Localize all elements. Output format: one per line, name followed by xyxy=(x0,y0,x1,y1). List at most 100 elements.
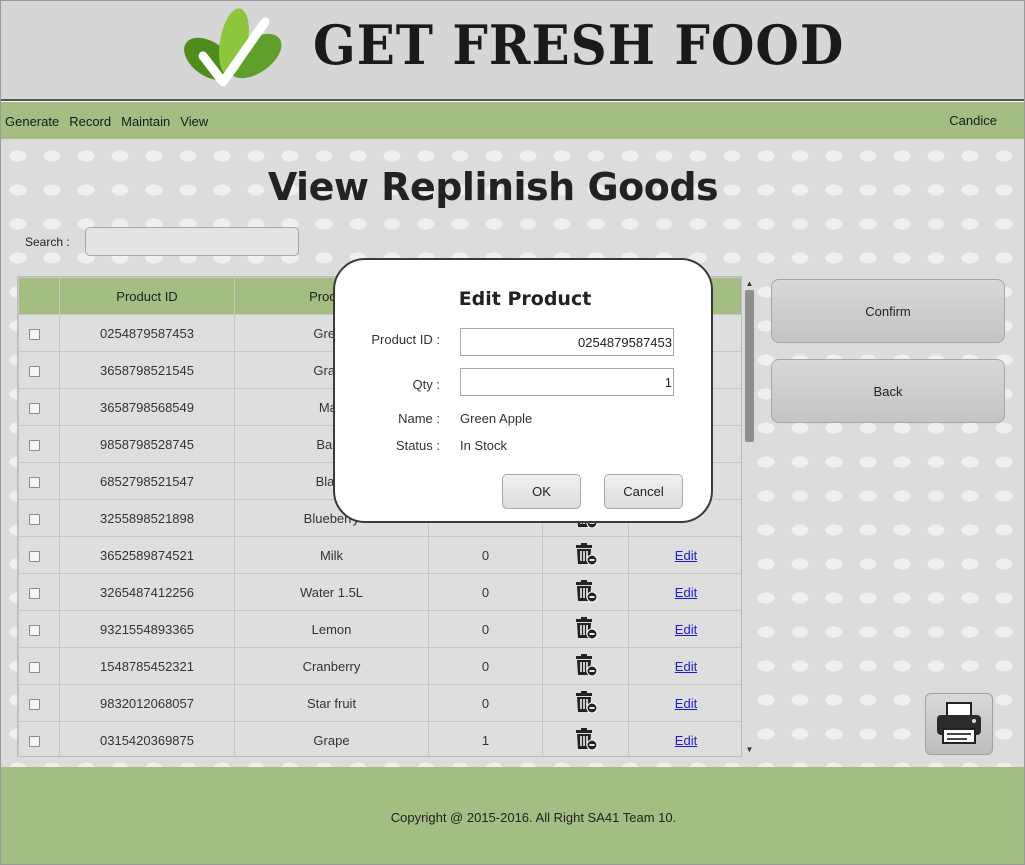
qty-field[interactable] xyxy=(460,368,674,396)
edit-link[interactable]: Edit xyxy=(675,733,697,748)
edit-cell: Edit xyxy=(628,647,741,685)
product-name-cell: Cranberry xyxy=(234,647,429,685)
product-name-cell: Lemon xyxy=(234,610,429,648)
edit-link[interactable]: Edit xyxy=(675,585,697,600)
row-checkbox[interactable] xyxy=(29,550,40,562)
product-id-field[interactable] xyxy=(460,328,674,356)
edit-cell: Edit xyxy=(628,684,741,722)
edit-cell: Edit xyxy=(628,721,741,756)
name-label: Name : xyxy=(398,411,440,426)
table-row: 3652589874521 Milk 0 Edit xyxy=(18,536,741,574)
status-value: In Stock xyxy=(460,438,507,453)
product-id-cell: 3255898521898 xyxy=(59,499,235,537)
row-select-cell xyxy=(18,721,60,756)
edit-link[interactable]: Edit xyxy=(675,622,697,637)
dialog-title: Edit Product xyxy=(458,288,592,310)
product-name-cell: Milk xyxy=(234,536,429,574)
qty-cell: 0 xyxy=(428,647,543,685)
row-select-cell xyxy=(18,425,60,463)
row-checkbox[interactable] xyxy=(29,624,40,636)
row-checkbox[interactable] xyxy=(29,365,40,377)
trash-delete-icon[interactable] xyxy=(574,616,598,643)
trash-delete-icon[interactable] xyxy=(574,727,598,754)
row-select-cell xyxy=(18,610,60,648)
qty-cell: 0 xyxy=(428,573,543,611)
table-row: 9832012068057 Star fruit 0 Edit xyxy=(18,684,741,722)
delete-cell xyxy=(542,536,629,574)
scroll-down-arrow-icon[interactable]: ▼ xyxy=(743,744,756,755)
cancel-button[interactable]: Cancel xyxy=(604,474,683,509)
edit-cell: Edit xyxy=(628,536,741,574)
menu-maintain[interactable]: Maintain xyxy=(121,114,170,129)
menu-record[interactable]: Record xyxy=(69,114,111,129)
product-name-cell: Star fruit xyxy=(234,684,429,722)
table-row: 3265487412256 Water 1.5L 0 Edit xyxy=(18,573,741,611)
edit-link[interactable]: Edit xyxy=(675,659,697,674)
trash-delete-icon[interactable] xyxy=(574,579,598,606)
print-button[interactable] xyxy=(925,693,993,755)
product-id-label: Product ID : xyxy=(371,332,440,347)
product-id-cell: 3658798568549 xyxy=(59,388,235,426)
main-menu: Generate Record Maintain View xyxy=(5,114,208,129)
row-checkbox[interactable] xyxy=(29,476,40,488)
row-select-cell xyxy=(18,684,60,722)
product-id-cell: 9858798528745 xyxy=(59,425,235,463)
qty-cell: 0 xyxy=(428,684,543,722)
status-label: Status : xyxy=(395,438,440,453)
row-checkbox[interactable] xyxy=(29,587,40,599)
row-select-cell xyxy=(18,573,60,611)
menu-generate[interactable]: Generate xyxy=(5,114,59,129)
scroll-thumb[interactable] xyxy=(745,290,754,442)
delete-cell xyxy=(542,610,629,648)
row-select-cell xyxy=(18,314,60,352)
edit-product-dialog: Edit Product Product ID : Qty : Name : G… xyxy=(333,258,713,523)
row-checkbox[interactable] xyxy=(29,513,40,525)
qty-cell: 0 xyxy=(428,610,543,648)
product-id-cell: 3265487412256 xyxy=(59,573,235,611)
row-select-cell xyxy=(18,351,60,389)
trash-delete-icon[interactable] xyxy=(574,542,598,569)
table-row: 1548785452321 Cranberry 0 Edit xyxy=(18,647,741,685)
trash-delete-icon[interactable] xyxy=(574,653,598,680)
row-checkbox[interactable] xyxy=(29,735,40,747)
row-checkbox[interactable] xyxy=(29,661,40,673)
row-checkbox[interactable] xyxy=(29,698,40,710)
menu-bar: Generate Record Maintain View Candice xyxy=(1,102,1024,139)
delete-cell xyxy=(542,684,629,722)
qty-cell: 0 xyxy=(428,536,543,574)
menu-view[interactable]: View xyxy=(180,114,208,129)
logo-checkmark-leaves-icon xyxy=(184,8,282,87)
row-select-cell xyxy=(18,388,60,426)
search-input[interactable] xyxy=(85,227,299,256)
header-product-id: Product ID xyxy=(59,277,235,315)
trash-delete-icon[interactable] xyxy=(574,690,598,717)
product-id-cell: 3652589874521 xyxy=(59,536,235,574)
delete-cell xyxy=(542,573,629,611)
edit-cell: Edit xyxy=(628,573,741,611)
row-checkbox[interactable] xyxy=(29,439,40,451)
name-value: Green Apple xyxy=(460,411,533,426)
row-checkbox[interactable] xyxy=(29,328,40,340)
delete-cell xyxy=(542,647,629,685)
product-name-cell: Grape xyxy=(234,721,429,756)
product-id-cell: 0254879587453 xyxy=(59,314,235,352)
table-row: 9321554893365 Lemon 0 Edit xyxy=(18,610,741,648)
table-scrollbar[interactable]: ▲ ▼ xyxy=(743,276,756,757)
edit-cell: Edit xyxy=(628,610,741,648)
brand-title: GET FRESH FOOD xyxy=(313,13,845,77)
current-user[interactable]: Candice xyxy=(949,113,997,128)
header-select xyxy=(18,277,60,315)
product-id-cell: 0315420369875 xyxy=(59,721,235,756)
search-label: Search : xyxy=(25,235,70,249)
confirm-button[interactable]: Confirm xyxy=(771,279,1005,343)
row-checkbox[interactable] xyxy=(29,402,40,414)
product-name-cell: Water 1.5L xyxy=(234,573,429,611)
copyright-text: Copyright @ 2015-2016. All Right SA41 Te… xyxy=(390,810,677,825)
edit-link[interactable]: Edit xyxy=(675,548,697,563)
ok-button[interactable]: OK xyxy=(502,474,581,509)
scroll-up-arrow-icon[interactable]: ▲ xyxy=(743,278,756,289)
edit-link[interactable]: Edit xyxy=(675,696,697,711)
product-id-cell: 6852798521547 xyxy=(59,462,235,500)
back-button[interactable]: Back xyxy=(771,359,1005,423)
page-title: View Replinish Goods xyxy=(267,165,719,209)
